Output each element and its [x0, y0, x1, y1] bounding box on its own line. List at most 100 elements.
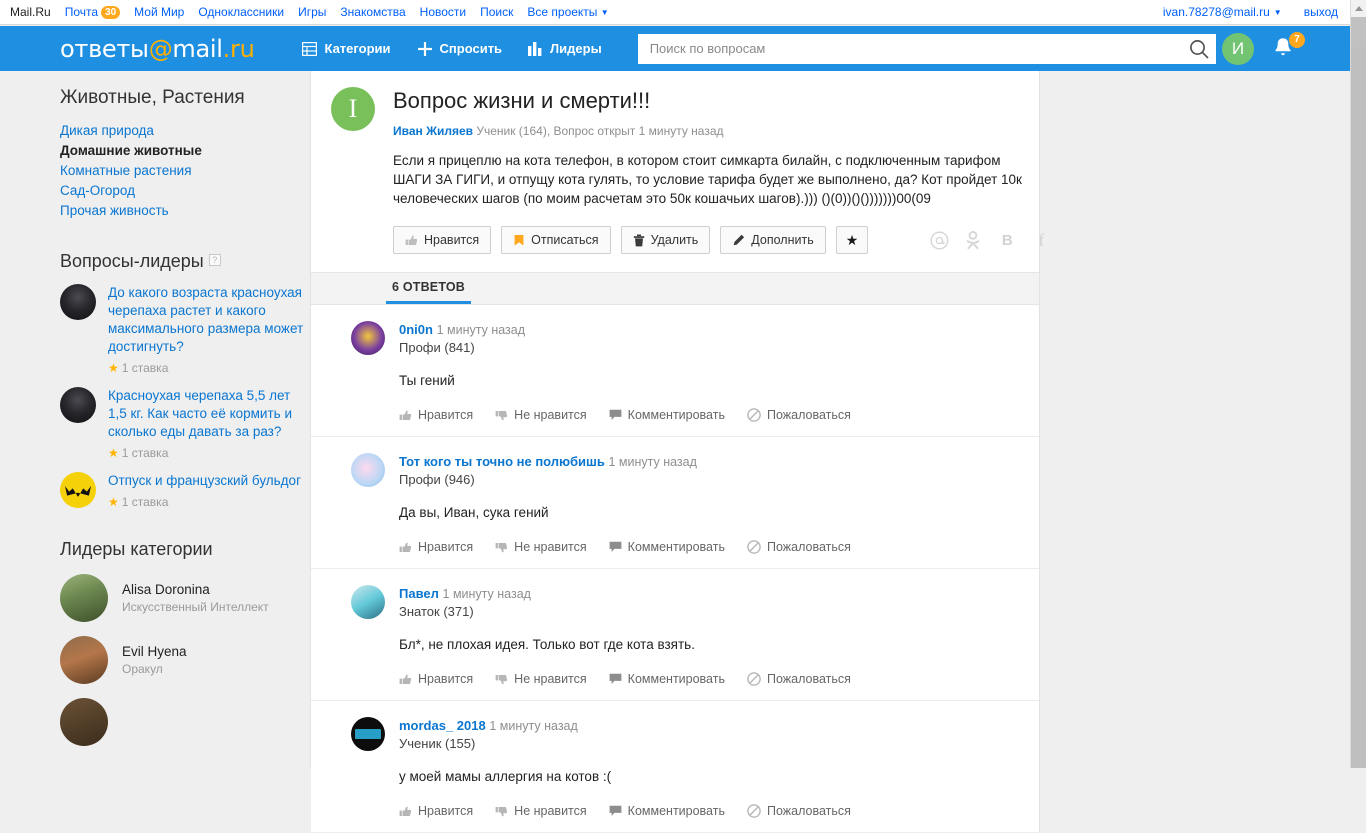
- leader-question-item[interactable]: Отпуск и французский бульдог ★ 1 ставка: [60, 472, 310, 509]
- category-leader-item[interactable]: Alisa Doronina Искусственный Интеллект: [60, 574, 310, 622]
- supplement-button[interactable]: Дополнить: [720, 226, 826, 254]
- answer-action-block[interactable]: Пожаловаться: [747, 408, 851, 422]
- category-leader-item[interactable]: Evil Hyena Оракул: [60, 636, 310, 684]
- answer-action-thumb-up[interactable]: Нравится: [399, 540, 473, 554]
- category-leader-name[interactable]: Evil Hyena: [122, 643, 187, 661]
- delete-button[interactable]: Удалить: [620, 226, 711, 254]
- top-bar-link-1[interactable]: Почта 30: [65, 5, 121, 19]
- top-bar-link-8[interactable]: Все проекты ▼: [527, 5, 608, 19]
- like-button[interactable]: Нравится: [393, 226, 492, 254]
- leader-question-body: До какого возраста красноухая черепаха р…: [108, 284, 310, 375]
- scrollbar-track[interactable]: [1351, 47, 1366, 768]
- avatar: [60, 284, 96, 320]
- answer-action-thumb-down[interactable]: Не нравится: [495, 804, 587, 818]
- top-bar-link-7[interactable]: Поиск: [480, 5, 513, 19]
- answer-action-block[interactable]: Пожаловаться: [747, 804, 851, 818]
- sidebar-item-category-3[interactable]: Сад-Огород: [60, 181, 310, 201]
- avatar[interactable]: [351, 321, 385, 355]
- top-bar-link-6[interactable]: Новости: [420, 5, 466, 19]
- odnoklassniki-icon[interactable]: [956, 230, 990, 250]
- scrollbar-up-button[interactable]: [1351, 0, 1366, 17]
- thumb-up-icon: [399, 409, 412, 422]
- sidebar-item-category-1[interactable]: Домашние животные: [60, 141, 310, 161]
- scrollbar-thumb[interactable]: [1351, 17, 1366, 47]
- answer-action-thumb-up[interactable]: Нравится: [399, 672, 473, 686]
- leader-question-item[interactable]: Красноухая черепаха 5,5 лет 1,5 кг. Как …: [60, 387, 310, 460]
- chevron-down-icon[interactable]: ▼: [1274, 8, 1282, 17]
- logout-link[interactable]: выход: [1304, 5, 1338, 19]
- category-leaders-list: Alisa Doronina Искусственный Интеллект Evi…: [60, 574, 310, 746]
- answer-action-label: Комментировать: [627, 804, 725, 818]
- answer-action-block[interactable]: Пожаловаться: [747, 672, 851, 686]
- leader-question-rating: ★ 1 ставка: [108, 361, 310, 375]
- search-input[interactable]: [637, 33, 1216, 64]
- facebook-icon[interactable]: f: [1024, 230, 1058, 251]
- nav-item-leaders[interactable]: Лидеры: [528, 41, 602, 56]
- question-meta-text: Ученик (164), Вопрос открыт 1 минуту наз…: [476, 124, 724, 138]
- mail-icon[interactable]: [922, 230, 956, 250]
- answer-action-label: Не нравится: [514, 408, 587, 422]
- answer-action-thumb-down[interactable]: Не нравится: [495, 408, 587, 422]
- account-email-link[interactable]: ivan.78278@mail.ru: [1163, 5, 1270, 19]
- top-bar-link-0[interactable]: Mail.Ru: [10, 5, 51, 19]
- sidebar-item-category-2[interactable]: Комнатные растения: [60, 161, 310, 181]
- answer-action-thumb-down[interactable]: Не нравится: [495, 672, 587, 686]
- answers-list: 0ni0n 1 минуту назад Профи (841) Ты гений Н…: [311, 305, 1039, 833]
- category-leader-name[interactable]: Alisa Doronina: [122, 581, 269, 599]
- avatar[interactable]: [351, 717, 385, 751]
- notifications-button[interactable]: 7: [1272, 31, 1305, 62]
- page-scrollbar[interactable]: [1350, 0, 1366, 768]
- answer-action-comment[interactable]: Комментировать: [609, 672, 725, 686]
- leader-question-link[interactable]: До какого возраста красноухая черепаха р…: [108, 284, 310, 356]
- answer-action-thumb-down[interactable]: Не нравится: [495, 540, 587, 554]
- nav-label-categories: Категории: [324, 41, 391, 56]
- search-icon[interactable]: [1188, 38, 1210, 60]
- unsubscribe-button[interactable]: Отписаться: [501, 226, 611, 254]
- vkontakte-icon[interactable]: В: [990, 232, 1024, 249]
- top-bar-link-2[interactable]: Мой Мир: [134, 5, 184, 19]
- sidebar-item-category-0[interactable]: Дикая природа: [60, 121, 310, 141]
- comment-icon: [609, 805, 622, 817]
- nav-item-categories[interactable]: Категории: [302, 41, 391, 56]
- leader-question-item[interactable]: До какого возраста красноухая черепаха р…: [60, 284, 310, 375]
- nav-item-ask[interactable]: Спросить: [417, 41, 502, 57]
- answer-action-thumb-up[interactable]: Нравится: [399, 804, 473, 818]
- site-logo[interactable]: ответы@mail.ru: [60, 35, 255, 63]
- answer-action-block[interactable]: Пожаловаться: [747, 540, 851, 554]
- question-author-avatar[interactable]: I: [331, 87, 375, 131]
- comment-icon: [609, 541, 622, 553]
- answer-action-comment[interactable]: Комментировать: [609, 540, 725, 554]
- top-bar-link-3[interactable]: Одноклассники: [198, 5, 284, 19]
- avatar: [60, 574, 108, 622]
- top-bar-link-4[interactable]: Игры: [298, 5, 326, 19]
- answer-action-label: Пожаловаться: [766, 408, 851, 422]
- tab-answers[interactable]: 6 ОТВЕТОВ: [386, 280, 472, 304]
- avatar[interactable]: И: [1222, 32, 1254, 65]
- help-icon[interactable]: ?: [208, 254, 221, 266]
- answer-action-comment[interactable]: Комментировать: [609, 804, 725, 818]
- sidebar-item-category-4[interactable]: Прочая живность: [60, 201, 310, 221]
- answer-item: mordas_ 2018 1 минуту назад Ученик (155) у…: [311, 701, 1039, 833]
- answer-author-link[interactable]: mordas_ 2018: [399, 718, 486, 733]
- leader-question-link[interactable]: Отпуск и французский бульдог: [108, 472, 310, 490]
- favorite-button[interactable]: ★: [835, 226, 869, 254]
- answer-author-link[interactable]: 0ni0n: [399, 322, 433, 337]
- top-bar-link-label: Мой Мир: [134, 5, 185, 19]
- question-block: I Вопрос жизни и смерти!!! Иван Жиляев У…: [311, 71, 1044, 272]
- question-author-link[interactable]: Иван Жиляев: [393, 124, 473, 138]
- avatar: [60, 472, 96, 508]
- comment-icon: [609, 409, 622, 421]
- leader-question-link[interactable]: Красноухая черепаха 5,5 лет 1,5 кг. Как …: [108, 387, 310, 441]
- top-bar-account-area: ivan.78278@mail.ru ▼ выход: [1163, 5, 1350, 19]
- category-leader-item[interactable]: [60, 698, 310, 746]
- mailru-top-bar: Mail.Ru Почта 30 Мой Мир Одноклассники Игры Зн…: [0, 0, 1350, 25]
- avatar[interactable]: [351, 585, 385, 619]
- answer-author-link[interactable]: Тот кого ты точно не полюбишь: [399, 454, 605, 469]
- top-bar-link-5[interactable]: Знакомства: [340, 5, 405, 19]
- answer-action-comment[interactable]: Комментировать: [609, 408, 725, 422]
- avatar[interactable]: [351, 453, 385, 487]
- thumb-up-icon: [399, 805, 412, 818]
- answer-actions: Нравится Не нравится Комментировать Пожалов…: [399, 672, 1019, 686]
- answer-action-thumb-up[interactable]: Нравится: [399, 408, 473, 422]
- answer-author-link[interactable]: Павел: [399, 586, 439, 601]
